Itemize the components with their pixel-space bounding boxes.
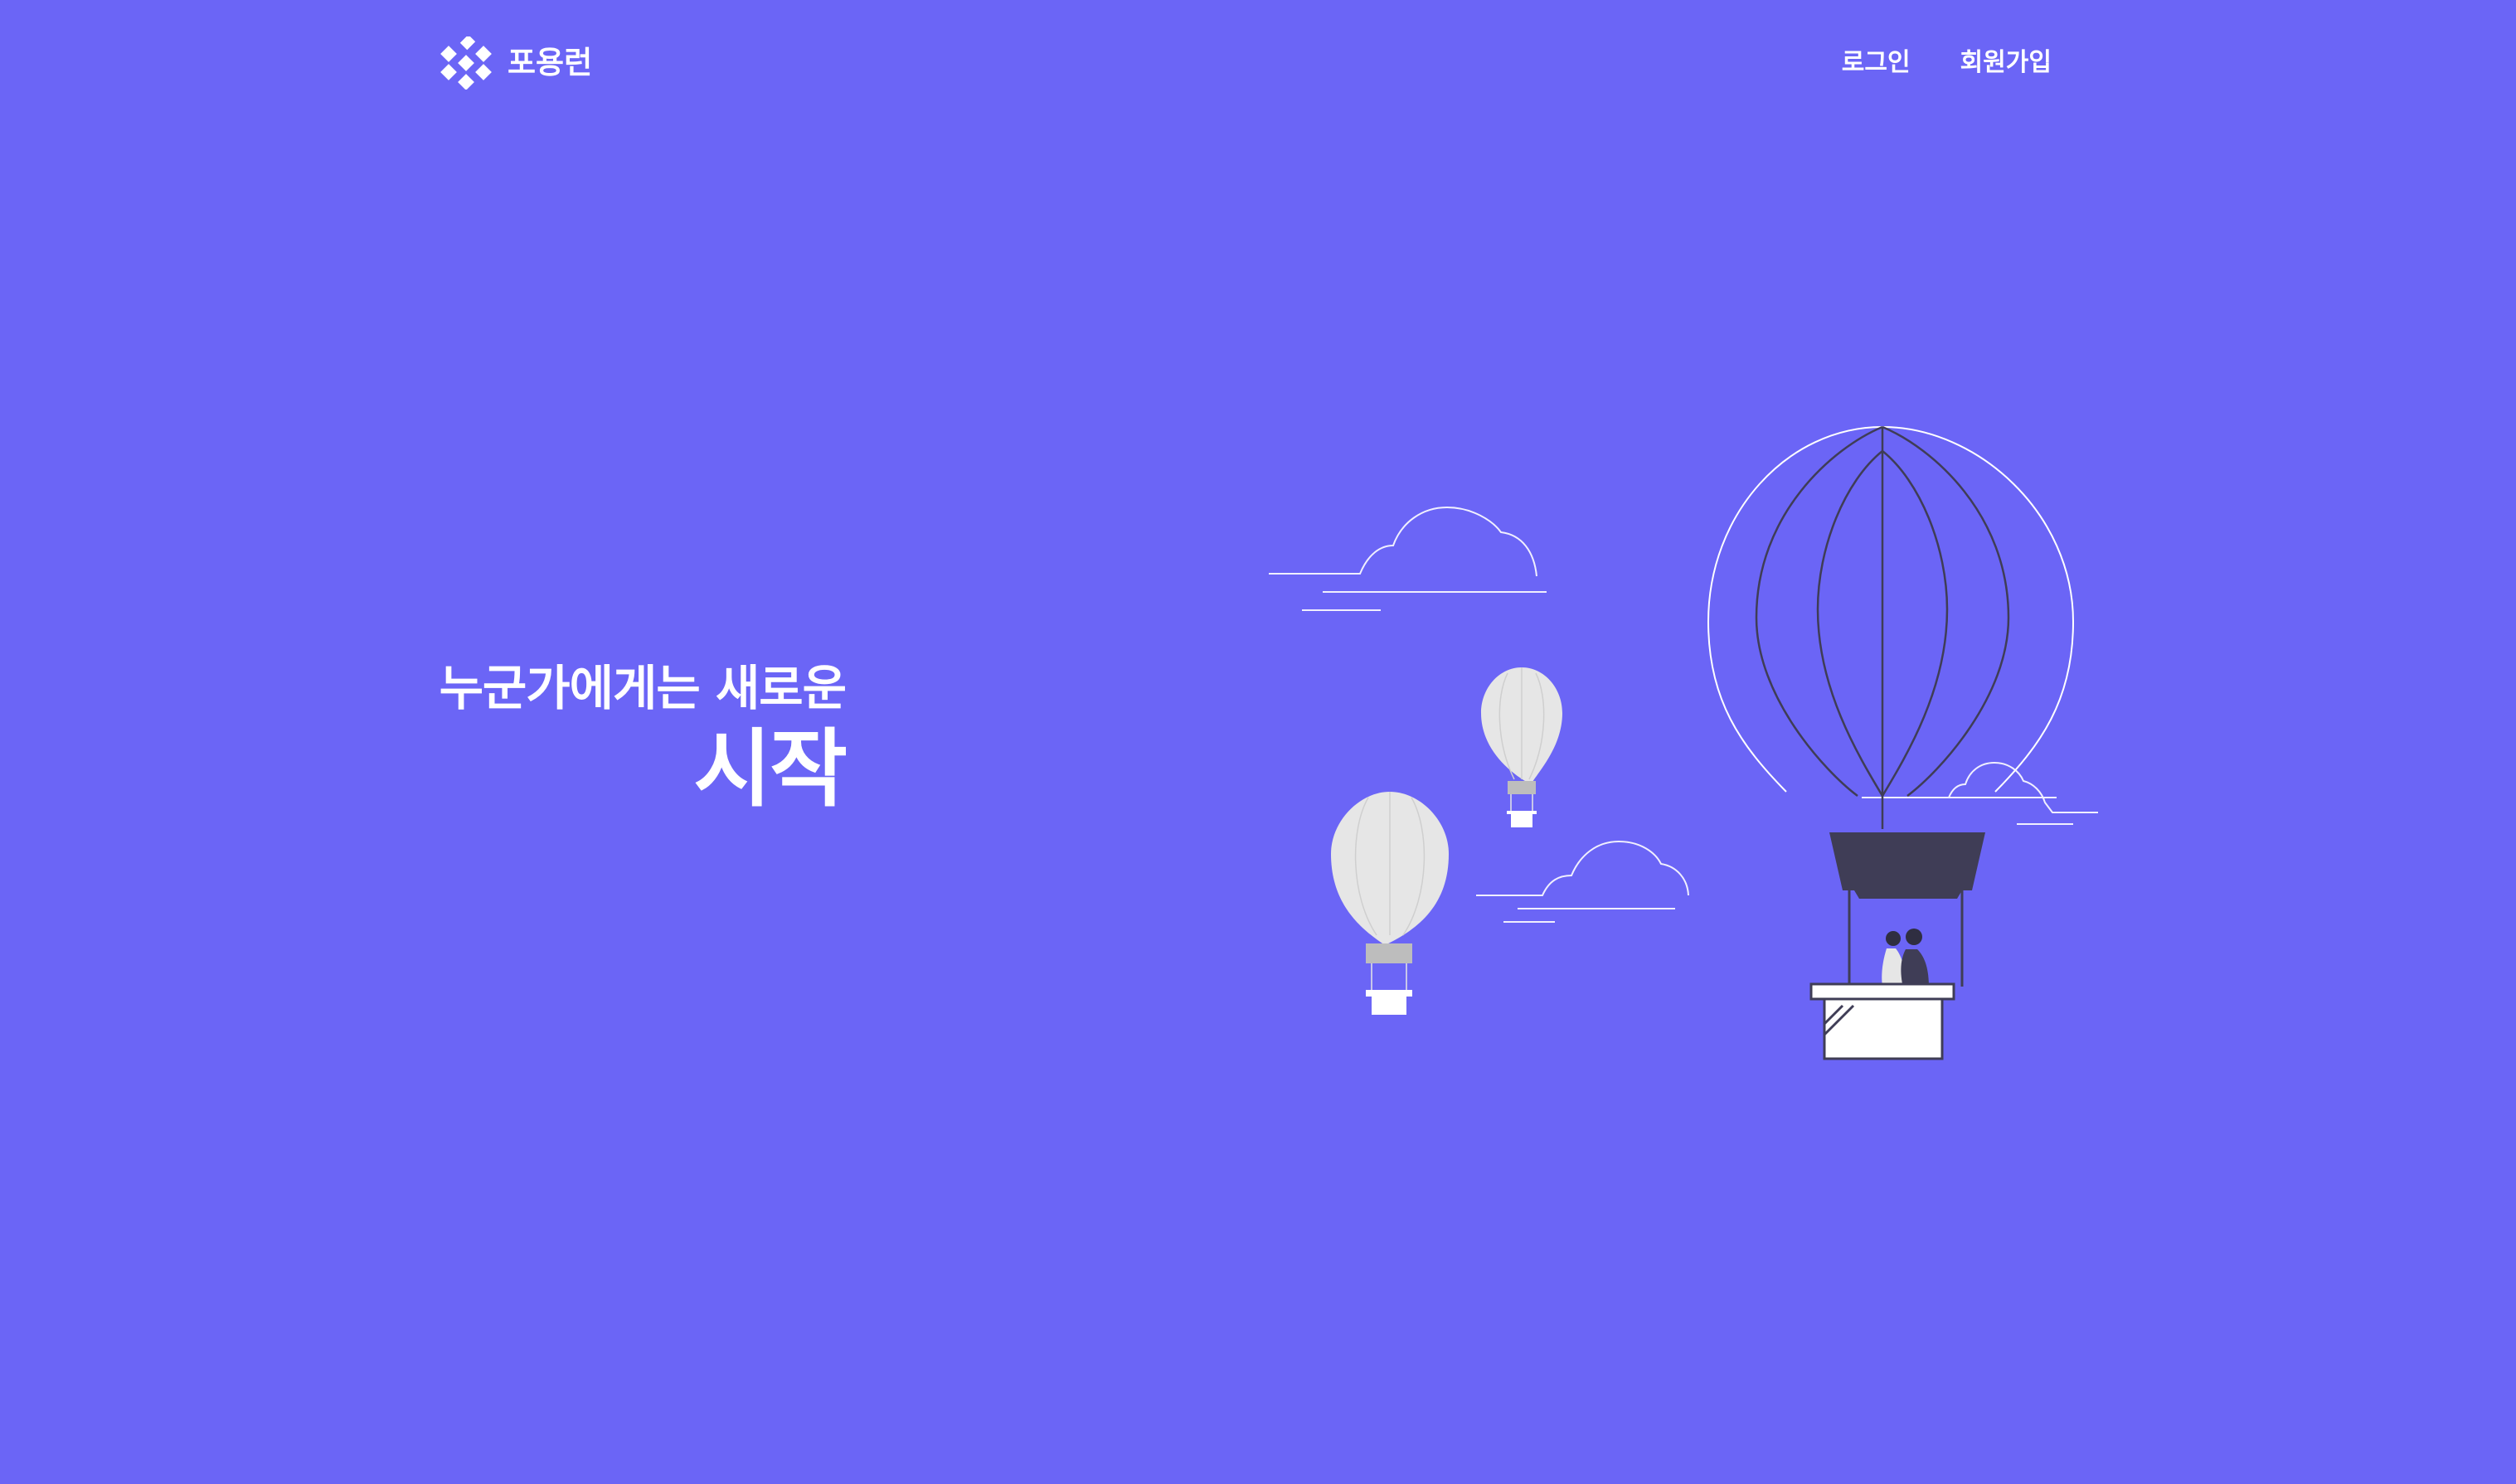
hero-title: 시작 bbox=[693, 720, 848, 819]
cloud-icon bbox=[1269, 506, 1547, 611]
site-header: 포용런 로그인 회원가입 bbox=[0, 0, 2516, 133]
signup-link[interactable]: 회원가입 bbox=[1960, 43, 2052, 83]
brand-cross-logo-icon bbox=[440, 36, 492, 90]
large-balloon-icon bbox=[1707, 425, 2075, 1060]
hero-subtitle: 누군가에게는 새로운 bbox=[439, 660, 847, 716]
top-nav: 로그인 회원가입 bbox=[1842, 43, 2052, 83]
brand-home-link[interactable]: 포용런 bbox=[440, 36, 592, 90]
small-balloon-icon bbox=[1481, 667, 1562, 827]
hot-air-balloons-illustration-icon bbox=[1269, 425, 2098, 1060]
medium-balloon-icon bbox=[1331, 792, 1449, 1015]
brand-name: 포용런 bbox=[508, 45, 593, 80]
login-link[interactable]: 로그인 bbox=[1842, 43, 1911, 83]
hero-headline: 누군가에게는 새로운 시작 bbox=[415, 655, 848, 819]
cloud-icon bbox=[1476, 840, 1689, 923]
